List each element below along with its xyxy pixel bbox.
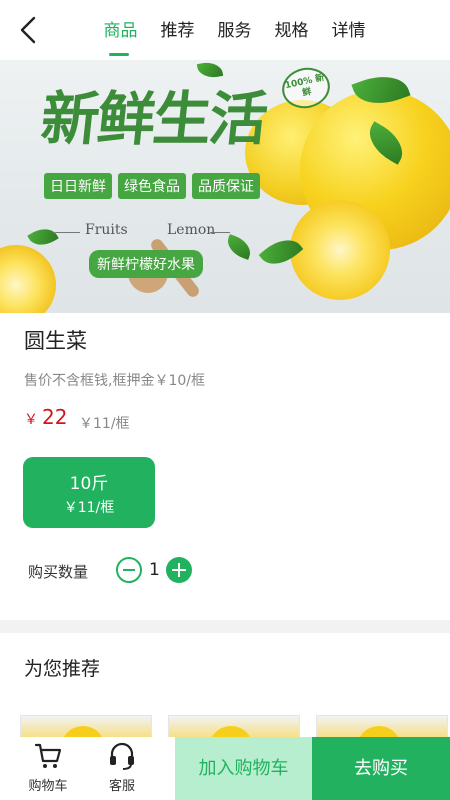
spec-option-selected[interactable]: 10斤 ￥11/框 xyxy=(23,457,155,528)
badge-green-food: 绿色食品 xyxy=(118,173,186,199)
tab-bar: 商品 推荐 服务 规格 详情 xyxy=(92,0,377,60)
spec-price: ￥11/框 xyxy=(63,500,115,516)
tab-goods[interactable]: 商品 xyxy=(92,0,149,60)
badge-fresh-daily: 日日新鲜 xyxy=(44,173,112,199)
leaf-image xyxy=(27,222,59,252)
divider xyxy=(210,232,230,233)
product-price: ￥ 22 xyxy=(24,405,67,429)
tab-recommend[interactable]: 推荐 xyxy=(149,0,206,60)
price-value: 22 xyxy=(42,405,68,429)
buy-now-button[interactable]: 去购买 xyxy=(312,737,450,800)
tab-details[interactable]: 详情 xyxy=(320,0,377,60)
headset-icon xyxy=(110,742,134,770)
banner-english-right: Lemon xyxy=(167,222,216,238)
cart-label: 购物车 xyxy=(28,779,68,794)
customer-service-button[interactable]: 客服 xyxy=(94,737,150,800)
quantity-value: 1 xyxy=(149,560,160,580)
tab-specs[interactable]: 规格 xyxy=(263,0,320,60)
top-nav-bar: 商品 推荐 服务 规格 详情 xyxy=(0,0,450,60)
minus-circle-icon[interactable] xyxy=(116,557,142,583)
recommend-title: 为您推荐 xyxy=(24,658,101,680)
service-label: 客服 xyxy=(108,779,135,794)
quantity-label: 购买数量 xyxy=(28,563,89,581)
add-to-cart-button[interactable]: 加入购物车 xyxy=(175,737,312,800)
lemon-slice-image xyxy=(290,200,390,300)
product-info-card: 圆生菜 售价不含框钱,框押金￥10/框 ￥ 22 ￥11/框 10斤 ￥11/框 … xyxy=(0,313,450,620)
product-name: 圆生菜 xyxy=(24,329,87,353)
currency-symbol: ￥ xyxy=(24,412,38,428)
leaf-image xyxy=(223,234,255,260)
plus-circle-icon[interactable] xyxy=(166,557,192,583)
cart-nav-button[interactable]: 购物车 xyxy=(20,737,76,800)
spec-weight: 10斤 xyxy=(69,474,109,494)
product-banner[interactable]: 新鲜生活 100% 新鲜 日日新鲜 绿色食品 品质保证 Fruits Lemon… xyxy=(0,60,450,313)
banner-english-left: Fruits xyxy=(85,222,128,238)
banner-title: 新鲜生活 xyxy=(37,85,270,153)
banner-badges: 日日新鲜 绿色食品 品质保证 xyxy=(44,173,260,199)
unit-price: ￥11/框 xyxy=(79,416,130,432)
tab-service[interactable]: 服务 xyxy=(206,0,263,60)
banner-slogan: 新鲜柠檬好水果 xyxy=(89,250,203,278)
shopping-cart-icon xyxy=(34,743,62,768)
divider xyxy=(55,232,80,233)
lemon-slice-image xyxy=(0,245,56,313)
chevron-left-icon[interactable] xyxy=(14,14,44,46)
product-note: 售价不含框钱,框押金￥10/框 xyxy=(24,373,205,389)
badge-quality: 品质保证 xyxy=(192,173,260,199)
